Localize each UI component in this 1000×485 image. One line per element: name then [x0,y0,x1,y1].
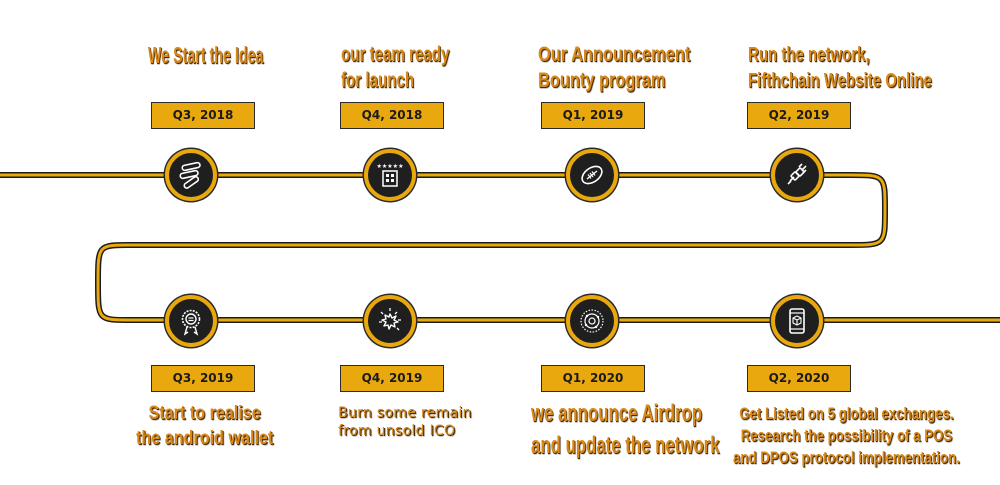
milestone-1-date-badge: Q3, 2018 [151,102,255,129]
milestone-1-caption: We Start the Idea [148,42,263,68]
milestone-3-date-badge: Q1, 2019 [541,102,645,129]
caption-line: Fifthchain Website Online [748,70,932,92]
caption-line: Burn some remain [338,405,472,421]
caption-line: our team ready [341,43,450,66]
milestone-7-caption: we announce Airdrop and update the netwo… [531,398,720,462]
milestone-7-node [566,295,618,347]
milestone-3-caption: Our Announcement Bounty program [538,42,690,94]
caption-line: the android wallet [136,428,274,449]
milestone-1-node [165,149,217,201]
burst-icon [379,308,401,331]
caption-line: we announce Airdrop [531,400,703,427]
caption-line: Run the network, [748,44,870,66]
network-sphere-icon [580,309,604,333]
caption-line: for launch [341,69,415,92]
milestone-8-caption: Get Listed on 5 global exchanges. Resear… [733,403,960,469]
caption-line: from unsold ICO [338,423,456,439]
milestone-4-node [771,149,823,201]
mobile-cube-icon [789,308,805,334]
caption-line: Start to realise [148,403,261,424]
svg-text:★★★★★: ★★★★★ [377,163,404,170]
milestone-6-date-badge: Q4, 2019 [340,365,444,392]
award-badge-icon [181,309,201,336]
rugby-ball-icon [581,165,603,185]
milestone-4-caption: Run the network, Fifthchain Website Onli… [748,42,932,94]
caption-line: We Start the Idea [148,42,264,68]
milestone-5-node [165,295,217,347]
milestone-6-node [364,295,416,347]
caption-line: and DPOS protocol implementation. [733,448,960,467]
milestone-2-node: ★★★★★ [364,149,416,201]
milestone-5-caption: Start to realise the android wallet [136,401,273,451]
milestone-2-date-badge: Q4, 2018 [340,102,444,129]
milestone-7-date-badge: Q1, 2020 [541,365,645,392]
plug-icon [787,163,807,185]
milestone-5-date-badge: Q3, 2019 [151,365,255,392]
milestone-8-node [771,295,823,347]
caption-line: Research the possibility of a POS [740,426,953,445]
caption-line: Our Announcement [538,43,691,66]
building-stars-icon: ★★★★★ [377,163,404,187]
caption-line: and update the network [531,432,720,459]
caption-line: Bounty program [538,69,666,92]
milestone-3-node [566,149,618,201]
caption-line: Get Listed on 5 global exchanges. [739,404,954,423]
milestone-8-date-badge: Q2, 2020 [747,365,851,392]
milestone-6-caption: Burn some remain from unsold ICO [338,404,472,440]
pills-icon [179,161,201,189]
milestone-4-date-badge: Q2, 2019 [747,102,851,129]
milestone-2-caption: our team ready for launch [341,42,449,94]
